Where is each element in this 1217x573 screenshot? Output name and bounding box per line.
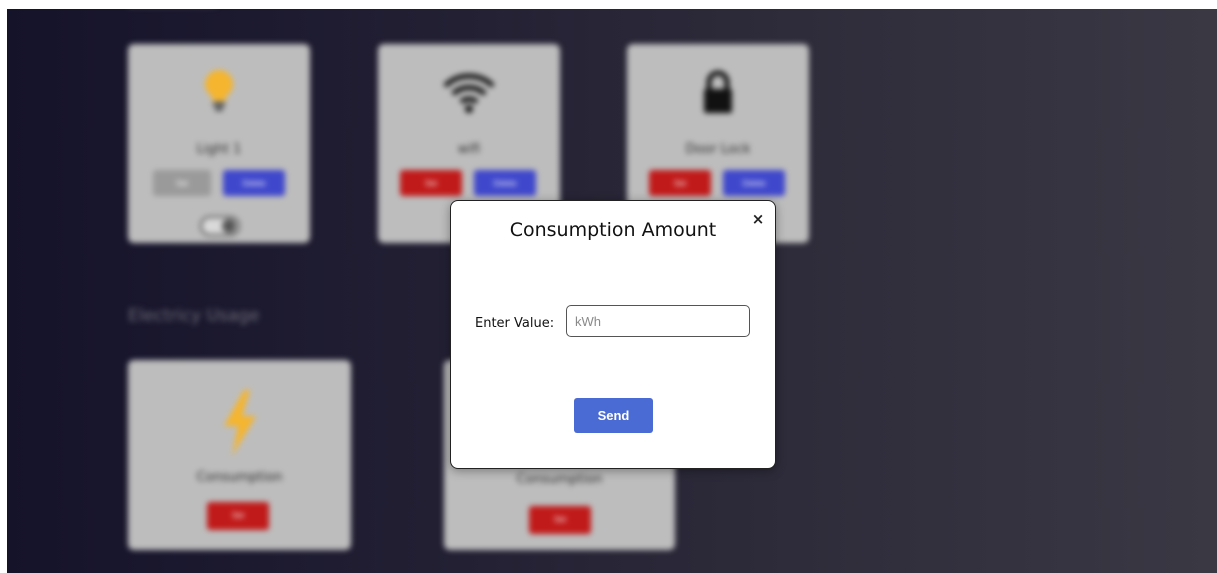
usage-name: Consumption [516,472,603,487]
device-name: wifi [457,142,481,157]
power-toggle[interactable] [200,216,240,236]
usage-card-electricity: Consumption Set [128,360,351,550]
set-button[interactable]: Set [529,506,591,534]
field-label: Enter Value: [475,316,555,331]
delete-button[interactable]: Delete [474,170,536,196]
device-card-light: Light 1 Set Delete [128,44,310,243]
usage-name: Consumption [196,470,283,485]
device-name: Door Lock [685,142,751,157]
lock-icon [701,68,735,120]
kwh-input[interactable] [566,305,750,337]
modal-title: Consumption Amount [509,219,717,241]
set-button[interactable]: Set [649,170,711,196]
app-window: Light 1 Set Delete wifi Set Delete Door … [7,9,1217,573]
section-title-electricity: Electricy Usage [128,306,260,326]
set-button[interactable]: Set [153,170,211,196]
send-button[interactable]: Send [574,398,653,433]
device-name: Light 1 [196,142,242,157]
close-icon[interactable]: × [750,211,766,227]
consumption-modal: Consumption Amount × Enter Value: Send [450,200,776,469]
delete-button[interactable]: Delete [223,170,285,196]
set-button[interactable]: Set [207,502,269,530]
delete-button[interactable]: Delete [723,170,785,196]
lightbulb-icon [202,68,236,118]
wifi-icon [441,70,497,118]
set-button[interactable]: Set [400,170,462,196]
lightning-bolt-icon [220,390,260,460]
